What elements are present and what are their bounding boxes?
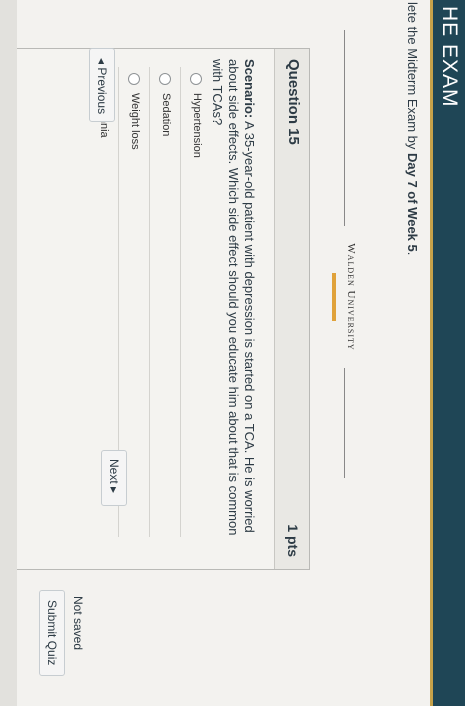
question-card: Question 15 1 pts Scenario: A 35-year-ol… bbox=[0, 48, 310, 570]
logo-tagline: A HIGHER DEGREE. A HIGHER PURPOSE. bbox=[332, 273, 336, 321]
question-body: A 35-year-old patient with depression is… bbox=[210, 59, 257, 536]
next-button[interactable]: Next ▸ bbox=[101, 450, 127, 506]
submit-quiz-button[interactable]: Submit Quiz bbox=[39, 590, 65, 676]
instructions-prefix: lete the Midterm Exam by bbox=[405, 2, 420, 153]
radio-button[interactable] bbox=[159, 73, 171, 85]
exam-page: HE EXAM lete the Midterm Exam by Day 7 o… bbox=[0, 0, 465, 706]
answer-label: Sedation bbox=[160, 93, 172, 137]
save-status: Not saved bbox=[71, 596, 85, 651]
caret-left-icon: ◂ bbox=[95, 58, 109, 65]
instructions-deadline: Day 7 of Week 5 bbox=[405, 153, 420, 252]
question-text: Scenario: A 35-year-old patient with dep… bbox=[209, 59, 257, 539]
university-logo: Walden University A HIGHER DEGREE. A HIG… bbox=[327, 232, 357, 362]
caret-right-icon: ▸ bbox=[107, 487, 121, 494]
answer-option-hypertension[interactable]: Hypertension bbox=[181, 67, 211, 537]
page-bottom-edge bbox=[0, 0, 17, 706]
question-header: Question 15 1 pts bbox=[274, 49, 309, 569]
radio-button[interactable] bbox=[128, 73, 140, 85]
instructions-suffix: . bbox=[405, 251, 420, 256]
exam-title: HE EXAM bbox=[438, 6, 461, 108]
logo-rule-left bbox=[344, 30, 345, 226]
radio-button[interactable] bbox=[190, 73, 202, 85]
answer-option-sedation[interactable]: Sedation bbox=[150, 67, 181, 537]
logo-rule-right bbox=[344, 368, 345, 478]
previous-label: Previous bbox=[95, 67, 109, 115]
question-points: 1 pts bbox=[285, 524, 301, 557]
exam-banner: HE EXAM bbox=[430, 0, 465, 706]
logo-wordmark: Walden University bbox=[345, 243, 357, 351]
answer-label: Weight loss bbox=[129, 93, 141, 150]
next-label: Next bbox=[107, 459, 121, 484]
exam-instructions: lete the Midterm Exam by Day 7 of Week 5… bbox=[405, 2, 420, 255]
question-lead: Scenario: bbox=[242, 59, 257, 119]
previous-button[interactable]: ◂ Previous bbox=[89, 48, 115, 122]
question-title: Question 15 bbox=[285, 59, 302, 145]
answer-label: Hypertension bbox=[191, 93, 203, 158]
